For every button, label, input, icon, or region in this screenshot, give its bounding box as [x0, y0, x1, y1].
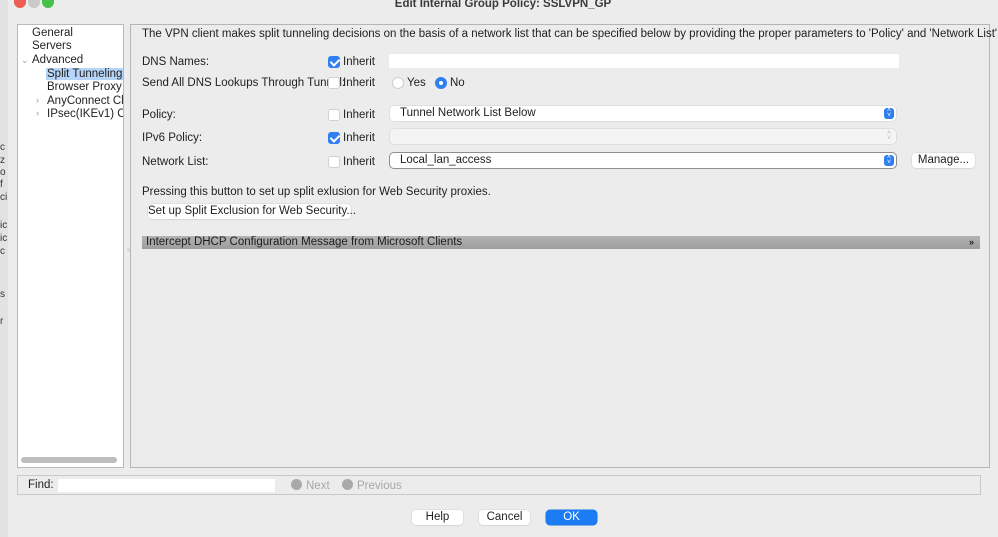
tree-item-split-tunneling[interactable]: Split Tunneling	[46, 68, 123, 81]
tree-item-label: Servers	[32, 40, 72, 52]
background-text-fragment: c	[0, 142, 5, 153]
panel-description: The VPN client makes split tunneling dec…	[142, 28, 998, 40]
tree-item-label: General	[32, 27, 73, 39]
dns-names-inherit-checkbox[interactable]	[328, 56, 340, 68]
tree-item-general[interactable]: General	[32, 27, 73, 40]
background-text-fragment: c	[0, 246, 5, 257]
tree-item-advanced[interactable]: Advanced	[32, 54, 83, 67]
inherit-label: Inherit	[343, 77, 375, 89]
tree-item-label: Browser Proxy	[47, 81, 122, 93]
window-title: Edit Internal Group Policy: SSLVPN_GP	[394, 0, 612, 10]
inherit-label: Inherit	[343, 56, 375, 68]
arrow-down-icon	[291, 479, 302, 490]
tree-item-label: Advanced	[32, 54, 84, 66]
yes-label: Yes	[407, 77, 426, 89]
help-button[interactable]: Help	[412, 510, 463, 525]
navigation-tree: General Servers ⌄ Advanced Split Tunneli…	[17, 24, 124, 468]
inherit-label: Inherit	[343, 132, 375, 144]
tree-item-servers[interactable]: Servers	[32, 40, 72, 53]
tree-item-browser-proxy[interactable]: Browser Proxy	[47, 81, 122, 94]
find-next-label: Next	[306, 480, 330, 492]
find-label: Find:	[28, 479, 54, 491]
dns-names-label: DNS Names:	[142, 56, 210, 68]
background-text-fragment: r	[0, 316, 4, 327]
background-text-fragment: o	[0, 167, 6, 178]
edit-group-policy-dialog: Edit Internal Group Policy: SSLVPN_GP Ge…	[8, 0, 998, 537]
find-previous-button[interactable]: Previous	[342, 479, 402, 492]
no-label: No	[450, 77, 465, 89]
ipv6-policy-select[interactable]: ˄ ˅	[390, 129, 896, 144]
ok-button[interactable]: OK	[546, 510, 597, 525]
network-list-inherit-checkbox[interactable]	[328, 156, 340, 168]
setup-split-exclusion-button[interactable]: Set up Split Exclusion for Web Security.…	[148, 204, 356, 219]
split-tunneling-panel: The VPN client makes split tunneling dec…	[130, 24, 998, 468]
select-stepper-icon: ˄ ˅	[884, 154, 894, 166]
send-all-dns-label: Send All DNS Lookups Through Tunnel:	[142, 77, 346, 89]
web-security-description: Pressing this button to set up split exl…	[142, 186, 491, 198]
ipv6-policy-inherit-checkbox[interactable]	[328, 132, 340, 144]
tree-item-label: Split Tunneling	[46, 68, 123, 80]
ipv6-policy-label: IPv6 Policy:	[142, 132, 203, 144]
select-stepper-icon: ˄ ˅	[884, 107, 894, 119]
select-stepper-icon: ˄ ˅	[886, 130, 892, 142]
policy-select[interactable]: Tunnel Network List Below ˄ ˅	[390, 106, 896, 121]
tree-item-label: AnyConnect Clier	[47, 95, 124, 107]
tree-item-label: IPsec(IKEv1) Clier	[47, 108, 123, 120]
background-text-fragment: ic	[0, 233, 8, 244]
background-text-fragment: z	[0, 155, 5, 166]
chevron-right-icon[interactable]: ›	[36, 95, 39, 105]
dhcp-section-title: Intercept DHCP Configuration Message fro…	[146, 236, 463, 248]
tree-item-ipsec-ikev1-client[interactable]: IPsec(IKEv1) Clier	[47, 108, 123, 121]
chevron-down-icon[interactable]: ⌄	[21, 55, 29, 66]
policy-label: Policy:	[142, 109, 176, 121]
dns-names-input[interactable]	[389, 54, 899, 68]
background-text-fragment: f	[0, 179, 3, 190]
manage-button[interactable]: Manage...	[912, 153, 975, 168]
send-all-dns-inherit-checkbox[interactable]	[328, 77, 340, 89]
inherit-label: Inherit	[343, 156, 375, 168]
background-text-fragment: ci	[0, 192, 8, 203]
double-chevron-down-icon: »	[968, 237, 974, 247]
network-list-select-value: Local_lan_access	[400, 154, 492, 166]
network-list-label: Network List:	[142, 156, 209, 168]
find-input[interactable]	[58, 479, 275, 492]
cancel-button[interactable]: Cancel	[479, 510, 530, 525]
chevron-right-icon[interactable]: ›	[36, 108, 39, 118]
network-list-select[interactable]: Local_lan_access ˄ ˅	[390, 153, 896, 168]
send-all-dns-no-radio[interactable]	[435, 77, 447, 89]
find-next-button[interactable]: Next	[291, 479, 330, 492]
tree-item-anyconnect-client[interactable]: AnyConnect Clier	[47, 95, 124, 108]
find-bar: Find: Next Previous	[17, 475, 981, 495]
send-all-dns-yes-radio[interactable]	[392, 77, 404, 89]
policy-inherit-checkbox[interactable]	[328, 109, 340, 121]
background-text-fragment: ic	[0, 220, 8, 231]
background-text-fragment: s	[0, 289, 5, 300]
dhcp-intercept-section-header[interactable]: Intercept DHCP Configuration Message fro…	[142, 236, 980, 249]
inherit-label: Inherit	[343, 109, 375, 121]
arrow-up-icon	[342, 479, 353, 490]
sidebar-horizontal-scrollbar[interactable]	[21, 457, 117, 463]
find-previous-label: Previous	[357, 480, 402, 492]
policy-select-value: Tunnel Network List Below	[400, 107, 536, 119]
